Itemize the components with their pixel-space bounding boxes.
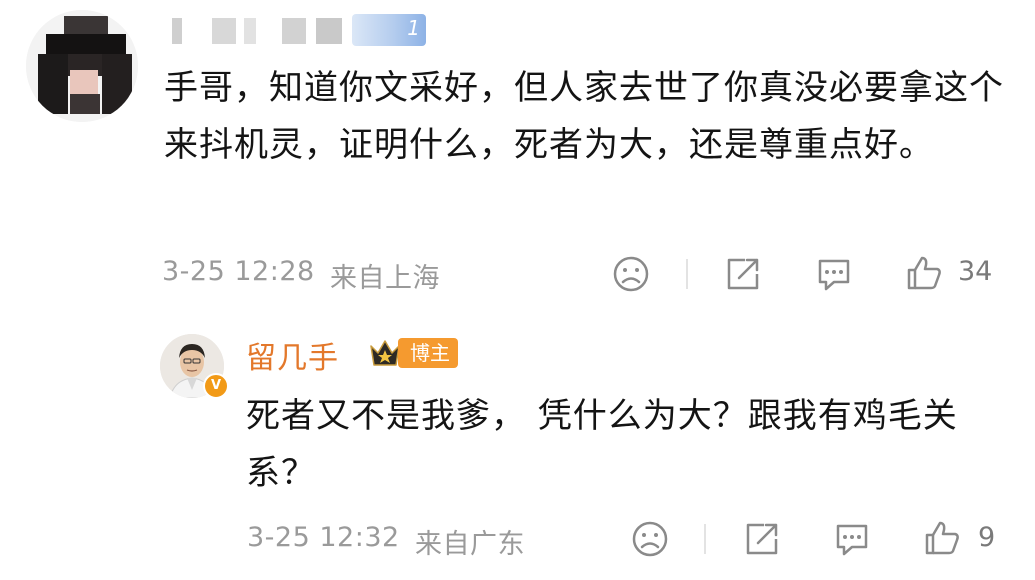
comment-bubble-icon[interactable]	[814, 255, 854, 293]
comment-like-count: 34	[958, 256, 993, 287]
reply-date-time: 3-25 12:32	[247, 522, 400, 553]
sad-face-icon[interactable]	[612, 255, 650, 293]
commenter-avatar-pixelated[interactable]	[26, 10, 138, 122]
commenter-username-redacted[interactable]	[172, 14, 362, 48]
thumbs-up-icon[interactable]	[904, 253, 944, 293]
reply-location: 来自广东	[415, 529, 525, 560]
verified-v-icon: V	[203, 373, 229, 399]
action-divider	[686, 259, 688, 289]
share-icon[interactable]	[742, 519, 782, 559]
share-icon[interactable]	[723, 254, 763, 294]
blogger-badge: 博主	[398, 338, 458, 368]
comment-text: 手哥，知道你文采好，但人家去世了你真没必要拿这个来抖机灵，证明什么，死者为大，还…	[164, 68, 1004, 165]
thumbs-up-icon[interactable]	[922, 518, 962, 558]
level-badge-number: 1	[407, 16, 420, 40]
commenter-level-badge: 1	[352, 14, 426, 46]
crown-icon	[368, 336, 402, 374]
reply-text: 死者又不是我爹， 凭什么为大？跟我有鸡毛关系？	[246, 396, 958, 493]
action-divider	[704, 524, 706, 554]
sad-face-icon[interactable]	[631, 520, 669, 558]
reply-username[interactable]: 留几手	[246, 333, 339, 377]
comment-date-time: 3-25 12:28	[162, 256, 315, 287]
comment-location: 来自上海	[330, 263, 440, 294]
reply-like-count: 9	[978, 522, 996, 553]
comment-bubble-icon[interactable]	[832, 520, 872, 558]
